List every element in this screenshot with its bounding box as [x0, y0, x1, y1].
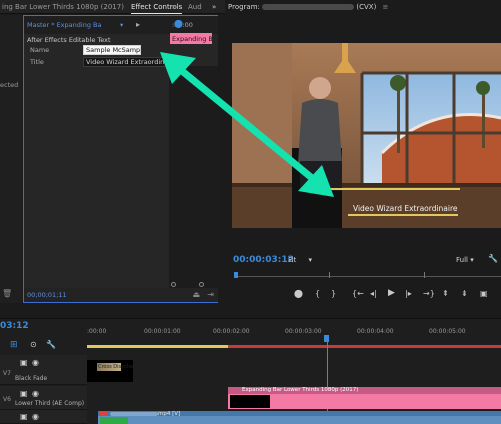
- clip-thumbnail: [230, 395, 270, 408]
- ruler-label: 00:00:02:00: [213, 328, 250, 335]
- black-fade-clip[interactable]: Cross Dissolve: [87, 360, 133, 382]
- time-ruler[interactable]: :00:00 00:00:01:00 00:00:02:00 00:00:03:…: [87, 320, 501, 342]
- track-id: V6: [3, 396, 11, 403]
- toggle-output-icon[interactable]: ▣: [20, 412, 28, 421]
- expanding-bar-clip[interactable]: Expanding Bar Lower Thirds 1080p (2017): [228, 387, 501, 409]
- track-name[interactable]: Lower Third (AE Comp): [15, 400, 84, 407]
- ruler-label: 00:00:05:00: [429, 328, 466, 335]
- video-clip[interactable]: mp4 [V]: [98, 411, 501, 424]
- toggle-output-icon[interactable]: ▣: [20, 389, 28, 398]
- eye-icon[interactable]: ◉: [32, 389, 39, 398]
- track-id: V7: [3, 370, 11, 377]
- toggle-output-icon[interactable]: ▣: [20, 358, 28, 367]
- track-header-v6: ▣ ◉ V6 Lower Third (AE Comp): [0, 386, 87, 410]
- wrench-icon[interactable]: 🔧: [46, 340, 56, 349]
- ruler-label: 00:00:01:00: [144, 328, 181, 335]
- track-name[interactable]: Black Fade: [15, 375, 47, 382]
- clip-title: Expanding Bar Lower Thirds 1080p (2017): [242, 387, 359, 393]
- track-header-v7: ▣ ◉ V7 Black Fade: [0, 355, 87, 385]
- track-header-v5: ▣ ◉: [0, 410, 87, 424]
- work-area-yellow: [87, 345, 228, 348]
- ruler-label: 00:00:03:00: [285, 328, 322, 335]
- clip-thumbnail: [100, 417, 128, 424]
- timeline-timecode[interactable]: 03:12: [0, 321, 29, 331]
- linked-selection-icon[interactable]: ⊙: [30, 340, 37, 349]
- ruler-label: :00:00: [87, 328, 107, 335]
- render-bar-red: [228, 345, 501, 348]
- snap-icon[interactable]: ⊞: [10, 340, 18, 350]
- ruler-label: 00:00:04:00: [357, 328, 394, 335]
- eye-icon[interactable]: ◉: [32, 358, 39, 367]
- fx-badge-icon: [100, 411, 107, 416]
- cross-dissolve-transition[interactable]: Cross Dissolve: [97, 363, 133, 371]
- eye-icon[interactable]: ◉: [32, 412, 39, 421]
